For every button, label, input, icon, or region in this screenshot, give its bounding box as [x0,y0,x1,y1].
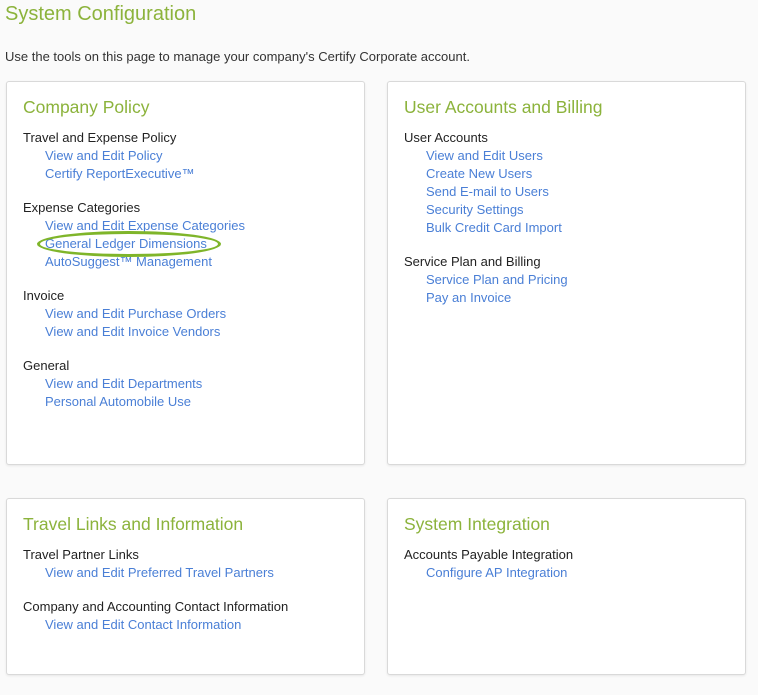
section-heading: Travel Partner Links [23,547,139,562]
section-company-and-accounting-contact-information: Company and Accounting Contact Informati… [23,598,348,634]
section-service-plan-and-billing: Service Plan and Billing Service Plan and… [404,253,729,307]
section-travel-partner-links: Travel Partner Links View and Edit Prefer… [23,546,348,582]
panel-system-integration: System Integration Accounts Payable Integ… [387,498,746,675]
link-bulk-credit-card-import[interactable]: Bulk Credit Card Import [404,219,562,237]
link-view-and-edit-purchase-orders[interactable]: View and Edit Purchase Orders [23,305,226,323]
section-heading: Accounts Payable Integration [404,547,574,562]
panel-travel-links: Travel Links and Information Travel Partn… [6,498,365,675]
link-view-and-edit-contact-information[interactable]: View and Edit Contact Information [23,616,241,634]
link-view-and-edit-policy[interactable]: View and Edit Policy [23,147,163,165]
link-autosuggest-management[interactable]: AutoSuggest™ Management [23,253,212,271]
page-title: System Configuration [5,3,197,25]
link-configure-ap-integration[interactable]: Configure AP Integration [404,564,567,582]
link-create-new-users[interactable]: Create New Users [404,165,532,183]
section-heading: Company and Accounting Contact Informati… [23,599,289,614]
panel-user-accounts-billing: User Accounts and Billing User Accounts Vi… [387,81,746,465]
link-send-e-mail-to-users[interactable]: Send E-mail to Users [404,183,549,201]
section-travel-and-expense-policy: Travel and Expense Policy View and Edit P… [23,129,348,183]
section-heading: Service Plan and Billing [404,254,541,269]
section-heading: Expense Categories [23,200,141,215]
section-general: General View and Edit Departments Personal… [23,357,348,411]
link-pay-an-invoice[interactable]: Pay an Invoice [404,289,511,307]
link-personal-automobile-use[interactable]: Personal Automobile Use [23,393,191,411]
page-intro: Use the tools on this page to manage you… [5,49,470,64]
link-certify-reportexecutive[interactable]: Certify ReportExecutive™ [23,165,195,183]
link-view-and-edit-users[interactable]: View and Edit Users [404,147,543,165]
link-view-and-edit-departments[interactable]: View and Edit Departments [23,375,202,393]
panel-title: System Integration [404,514,550,534]
link-security-settings[interactable]: Security Settings [404,201,524,219]
section-accounts-payable-integration: Accounts Payable Integration Configure AP… [404,546,729,582]
section-heading: Travel and Expense Policy [23,130,177,145]
panel-title: User Accounts and Billing [404,97,603,117]
link-view-and-edit-invoice-vendors[interactable]: View and Edit Invoice Vendors [23,323,220,341]
section-heading: General [23,358,70,373]
panel-title: Travel Links and Information [23,514,244,534]
link-general-ledger-dimensions[interactable]: General Ledger Dimensions [23,231,221,257]
section-expense-categories: Expense Categories View and Edit Expense … [23,199,348,271]
link-service-plan-and-pricing[interactable]: Service Plan and Pricing [404,271,568,289]
section-user-accounts: User Accounts View and Edit Users Create N… [404,129,729,237]
panel-title: Company Policy [23,97,150,117]
link-view-and-edit-preferred-travel-partners[interactable]: View and Edit Preferred Travel Partners [23,564,274,582]
section-invoice: Invoice View and Edit Purchase Orders View… [23,287,348,341]
section-heading: User Accounts [404,130,488,145]
section-heading: Invoice [23,288,65,303]
panel-company-policy: Company Policy Travel and Expense Policy V… [6,81,365,465]
